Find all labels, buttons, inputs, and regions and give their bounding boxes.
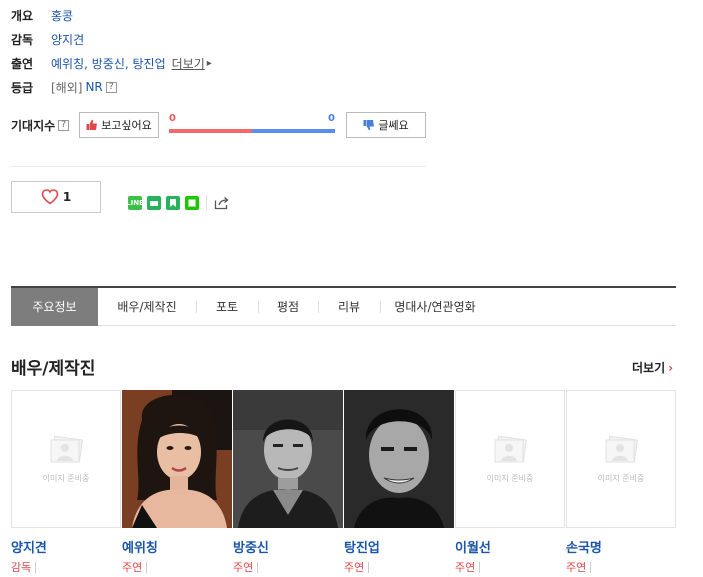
thumbs-down-icon bbox=[363, 120, 375, 131]
cast-row: 출연 예위칭, 방중신, 탕진업 더보기 ▸ bbox=[11, 54, 212, 72]
person-role: 주연 bbox=[344, 559, 454, 575]
band-icon[interactable] bbox=[147, 196, 161, 210]
help-icon[interactable]: ? bbox=[105, 81, 117, 93]
placeholder-text: 이미지 준비중 bbox=[597, 473, 645, 483]
placeholder-text: 이미지 준비중 bbox=[42, 473, 90, 483]
cast-more-link[interactable]: 더보기 › bbox=[632, 359, 673, 376]
profile-photo[interactable] bbox=[344, 390, 454, 528]
tab-photos[interactable]: 포토 bbox=[196, 288, 258, 326]
want-bar-fill bbox=[169, 129, 252, 133]
person-name[interactable]: 방중신 bbox=[233, 537, 343, 556]
expectation-label: 기대지수 bbox=[11, 118, 56, 133]
person-name[interactable]: 예위칭 bbox=[122, 537, 232, 556]
overview-row: 개요 홍콩 bbox=[11, 6, 73, 24]
person-role: 감독 bbox=[11, 559, 121, 575]
role-label: 주연 bbox=[233, 561, 254, 574]
section-title: 배우/제작진 bbox=[11, 359, 96, 379]
rating-value: NR bbox=[85, 80, 103, 94]
bookmark-icon[interactable] bbox=[166, 196, 180, 210]
overview-label: 개요 bbox=[11, 8, 34, 23]
line-icon[interactable]: LINE bbox=[126, 196, 144, 210]
cast-card[interactable]: 탕진업 주연 bbox=[344, 390, 454, 575]
person-name[interactable]: 이월선 bbox=[455, 537, 565, 556]
want-count: 0 bbox=[169, 113, 176, 124]
director-row: 감독 양지견 bbox=[11, 30, 84, 48]
actor-photo bbox=[344, 390, 454, 528]
overview-value[interactable]: 홍콩 bbox=[51, 7, 73, 24]
actor-photo bbox=[122, 390, 232, 528]
want-to-see-label: 보고싶어요 bbox=[101, 119, 152, 132]
role-label: 주연 bbox=[122, 561, 143, 574]
person-name[interactable]: 탕진업 bbox=[344, 537, 454, 556]
rating-label: 등급 bbox=[11, 80, 34, 95]
role-label: 주연 bbox=[344, 561, 365, 574]
not-sure-label: 글쎄요 bbox=[378, 119, 409, 132]
tab-quotes-related[interactable]: 명대사/연관영화 bbox=[380, 288, 490, 326]
person-role: 주연 bbox=[566, 559, 676, 575]
naver-icon[interactable] bbox=[185, 196, 199, 210]
cast-links[interactable]: 예위칭, 방중신, 탕진업 bbox=[51, 55, 166, 72]
tab-ratings[interactable]: 평점 bbox=[258, 288, 318, 326]
profile-photo[interactable] bbox=[122, 390, 232, 528]
cast-card[interactable]: 예위칭 주연 bbox=[122, 390, 232, 575]
person-role: 주연 bbox=[233, 559, 343, 575]
cast-card[interactable]: 방중신 주연 bbox=[233, 390, 343, 575]
person-name[interactable]: 손국명 bbox=[566, 537, 676, 556]
tab-bar: 주요정보 배우/제작진 포토 평점 리뷰 명대사/연관영화 bbox=[11, 286, 676, 326]
heart-icon bbox=[41, 189, 59, 205]
profile-thumbnail[interactable]: 이미지 준비중 bbox=[11, 390, 121, 528]
divider bbox=[206, 196, 207, 210]
cast-list: 이미지 준비중 양지견 감독 예위칭 주연 방중신 주연 탕진업 주연 이미지 … bbox=[11, 390, 676, 575]
image-placeholder-icon bbox=[494, 435, 527, 462]
meh-bar-fill bbox=[252, 129, 335, 133]
director-label: 감독 bbox=[11, 32, 34, 47]
person-role: 주연 bbox=[122, 559, 232, 575]
tab-main-info[interactable]: 주요정보 bbox=[11, 287, 98, 326]
image-placeholder-icon bbox=[50, 435, 83, 462]
role-label: 주연 bbox=[455, 561, 476, 574]
placeholder-text: 이미지 준비중 bbox=[486, 473, 534, 483]
actor-photo bbox=[233, 390, 343, 528]
role-label: 감독 bbox=[11, 561, 32, 574]
share-icon[interactable] bbox=[214, 196, 230, 210]
cast-card[interactable]: 이미지 준비중 손국명 주연 bbox=[566, 390, 676, 575]
tab-cast-crew[interactable]: 배우/제작진 bbox=[98, 288, 196, 326]
cast-card[interactable]: 이미지 준비중 이월선 주연 bbox=[455, 390, 565, 575]
help-icon[interactable]: ? bbox=[58, 119, 70, 131]
want-to-see-button[interactable]: 보고싶어요 bbox=[79, 112, 159, 138]
person-role: 주연 bbox=[455, 559, 565, 575]
chevron-right-icon: ▸ bbox=[206, 57, 212, 69]
profile-thumbnail[interactable]: 이미지 준비중 bbox=[566, 390, 676, 528]
thumbs-up-icon bbox=[86, 119, 98, 130]
share-bar: LINE bbox=[126, 196, 230, 210]
expectation-index: 기대지수 ? 보고싶어요 0 0 글쎄요 bbox=[11, 111, 431, 139]
tab-reviews[interactable]: 리뷰 bbox=[318, 288, 380, 326]
cast-card[interactable]: 이미지 준비중 양지견 감독 bbox=[11, 390, 121, 575]
like-count: 1 bbox=[62, 190, 72, 204]
meh-count: 0 bbox=[328, 113, 335, 124]
image-placeholder-icon bbox=[605, 435, 638, 462]
divider bbox=[11, 166, 426, 167]
profile-photo[interactable] bbox=[233, 390, 343, 528]
role-label: 주연 bbox=[566, 561, 587, 574]
like-button[interactable]: 1 bbox=[11, 181, 101, 213]
cast-label: 출연 bbox=[11, 56, 34, 71]
chevron-right-icon: › bbox=[668, 361, 674, 375]
rating-row: 등급 [해외] NR ? bbox=[11, 78, 117, 96]
cast-more-link[interactable]: 더보기 bbox=[172, 55, 205, 72]
profile-thumbnail[interactable]: 이미지 준비중 bbox=[455, 390, 565, 528]
director-link[interactable]: 양지견 bbox=[51, 31, 84, 48]
expectation-bar: 0 0 bbox=[169, 111, 335, 139]
not-sure-button[interactable]: 글쎄요 bbox=[346, 112, 426, 138]
more-label: 더보기 bbox=[632, 361, 666, 375]
rating-prefix: [해외] bbox=[51, 80, 83, 95]
person-name[interactable]: 양지견 bbox=[11, 537, 121, 556]
